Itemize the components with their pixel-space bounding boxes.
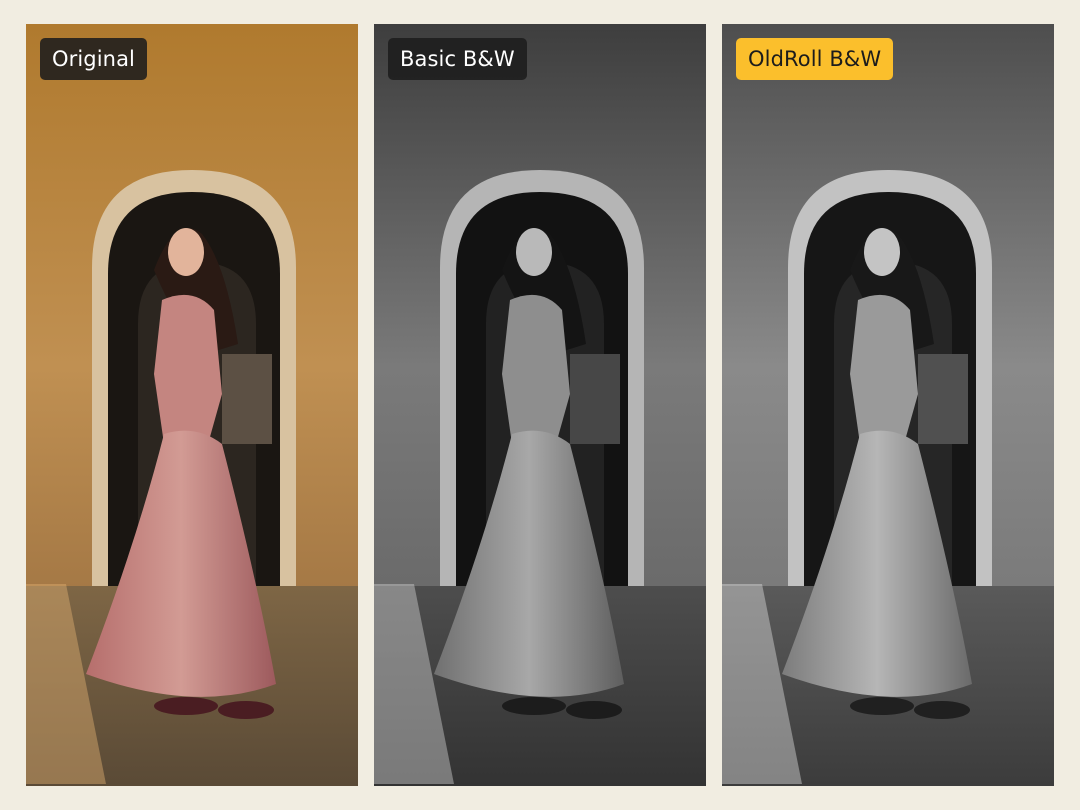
panel-label-original: Original — [40, 38, 147, 80]
panel-label-oldroll-bw: OldRoll B&W — [736, 38, 894, 80]
oldroll-bw-photo-panel: OldRoll B&W — [722, 24, 1054, 786]
oldroll-bw-photo — [722, 24, 1054, 786]
basic-bw-photo-panel: Basic B&W — [374, 24, 706, 786]
panel-label-basic-bw: Basic B&W — [388, 38, 527, 80]
original-photo-panel: Original — [26, 24, 358, 786]
original-photo — [26, 24, 358, 786]
basic-bw-photo — [374, 24, 706, 786]
